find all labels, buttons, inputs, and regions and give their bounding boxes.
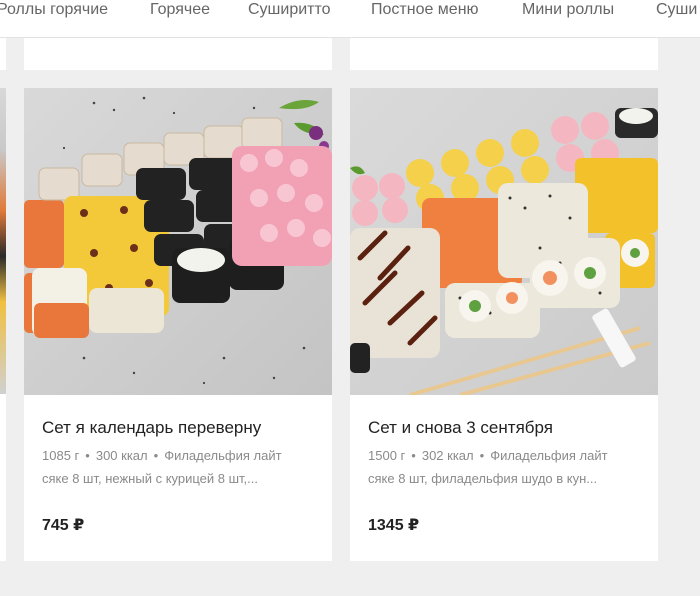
product-desc: Филадельфия лайт <box>164 448 282 463</box>
product-image-partial <box>0 88 6 394</box>
product-price: 745 ₽ <box>42 517 85 534</box>
product-meta: 1085 г • 300 ккал • Филадельфия лайт сяке 8 … <box>42 444 322 490</box>
product-card[interactable]: Сет и снова 3 сентября 1500 г • 302 ккал • Ф… <box>350 88 658 561</box>
nav-item-sushiritto[interactable]: Суширитто <box>248 0 331 20</box>
product-card[interactable]: Сет я календарь переверну 1085 г • 300 кка… <box>24 88 332 561</box>
nav-item-sushi[interactable]: Суши <box>656 0 697 20</box>
nav-item-hot[interactable]: Горячее <box>150 0 210 20</box>
product-weight: 1085 г <box>42 448 80 463</box>
product-image <box>24 88 332 395</box>
product-image <box>350 88 658 395</box>
product-meta: 1500 г • 302 ккал • Филадельфия лайт сяке 8 … <box>368 444 648 490</box>
nav-item-rolls-hot[interactable]: Роллы горячие <box>0 0 108 20</box>
product-card-partial[interactable] <box>0 88 6 561</box>
category-nav: Роллы горячие Горячее Суширитто Постное … <box>0 0 700 38</box>
prev-card-right <box>350 38 658 70</box>
product-desc-line2: сяке 8 шт, нежный с курицей 8 шт,... <box>42 471 259 486</box>
nav-item-lenten-menu[interactable]: Постное меню <box>371 0 479 20</box>
product-title: Сет я календарь переверну <box>42 418 262 437</box>
product-weight: 1500 г <box>368 448 406 463</box>
product-kcal: 300 ккал <box>95 448 148 463</box>
product-title: Сет и снова 3 сентября <box>368 418 553 437</box>
prev-card-left <box>24 38 332 70</box>
product-desc-line2: сяке 8 шт, филадельфия шудо в кун... <box>368 471 598 486</box>
product-kcal: 302 ккал <box>421 448 474 463</box>
product-desc: Филадельфия лайт <box>490 448 608 463</box>
prev-card-partial <box>0 38 6 70</box>
product-price: 1345 ₽ <box>368 517 420 534</box>
nav-item-mini-rolls[interactable]: Мини роллы <box>522 0 614 20</box>
